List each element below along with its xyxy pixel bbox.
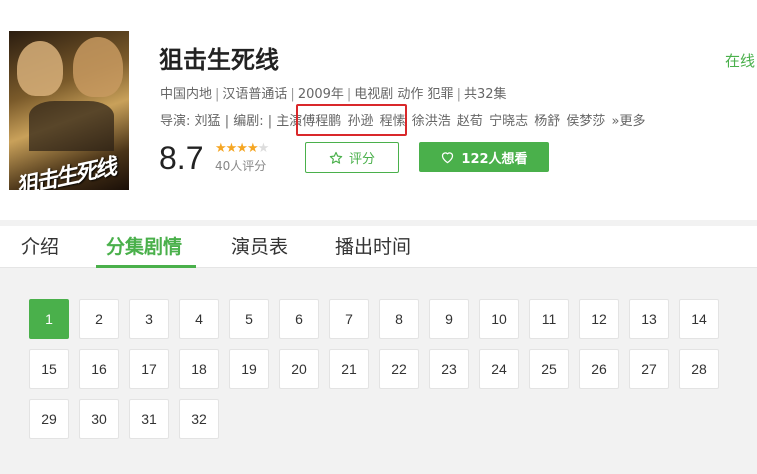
meta-episode-count: 共32集 — [463, 87, 507, 102]
heart-icon — [442, 152, 454, 164]
show-header: 狙击生死线 狙击生死线 在线 中国内地 | 汉语普通话 | 2009年 | 电视剧 动作 犯… — [0, 0, 757, 220]
episode-button-20[interactable]: 20 — [279, 349, 319, 389]
episode-button-12[interactable]: 12 — [579, 299, 619, 339]
star-icon: ★★★★ — [215, 141, 259, 156]
meta-region[interactable]: 中国内地 — [160, 87, 212, 102]
episode-button-4[interactable]: 4 — [179, 299, 219, 339]
episode-button-21[interactable]: 21 — [329, 349, 369, 389]
episode-button-8[interactable]: 8 — [379, 299, 419, 339]
tab-episode-synopsis[interactable]: 分集剧情 — [106, 232, 182, 259]
episode-button-32[interactable]: 32 — [179, 399, 219, 439]
episode-button-16[interactable]: 16 — [79, 349, 119, 389]
episode-button-18[interactable]: 18 — [179, 349, 219, 389]
episode-button-17[interactable]: 17 — [129, 349, 169, 389]
episode-button-9[interactable]: 9 — [429, 299, 469, 339]
more-cast-link[interactable]: »更多 — [612, 114, 646, 129]
episode-button-29[interactable]: 29 — [29, 399, 69, 439]
star-rating: ★★★★★ — [215, 141, 270, 156]
episode-button-27[interactable]: 27 — [629, 349, 669, 389]
episode-button-24[interactable]: 24 — [479, 349, 519, 389]
director-label: 导演: — [160, 114, 191, 129]
cast-member[interactable]: 赵荀 — [457, 114, 483, 129]
star-outline-icon — [329, 151, 343, 164]
episode-button-7[interactable]: 7 — [329, 299, 369, 339]
tab-intro[interactable]: 介绍 — [21, 232, 59, 259]
director-name[interactable]: 刘猛 — [195, 114, 221, 129]
rate-button[interactable]: 评分 — [305, 142, 399, 173]
tab-airtime[interactable]: 播出时间 — [335, 232, 411, 259]
episode-button-23[interactable]: 23 — [429, 349, 469, 389]
writer-label: 编剧: — [233, 114, 264, 129]
want-button-label: 122人想看 — [461, 151, 528, 167]
meta-genre[interactable]: 电视剧 动作 犯罪 — [354, 87, 453, 102]
episode-button-2[interactable]: 2 — [79, 299, 119, 339]
poster-figure-left — [17, 41, 63, 96]
poster-figure-body — [29, 101, 114, 151]
episode-button-30[interactable]: 30 — [79, 399, 119, 439]
meta-language[interactable]: 汉语普通话 — [222, 87, 287, 102]
episode-button-31[interactable]: 31 — [129, 399, 169, 439]
tab-bar: 介绍 分集剧情 演员表 播出时间 — [0, 226, 757, 268]
episode-button-10[interactable]: 10 — [479, 299, 519, 339]
meta-year[interactable]: 2009年 — [298, 87, 344, 102]
episode-button-11[interactable]: 11 — [529, 299, 569, 339]
show-meta: 中国内地 | 汉语普通话 | 2009年 | 电视剧 动作 犯罪 | 共32集 — [160, 87, 507, 102]
episode-grid: 1 2 3 4 5 6 7 8 9 10 11 12 13 14 15 16 17 18 19 20 21 22 23 24 2… — [0, 268, 757, 474]
score-value: 8.7 — [159, 140, 204, 176]
star-empty-icon: ★ — [257, 141, 270, 156]
vote-count: 40人评分 — [215, 159, 267, 173]
cast-member[interactable]: 侯梦莎 — [566, 114, 605, 129]
annotation-highlight-box — [296, 104, 407, 136]
want-to-watch-button[interactable]: 122人想看 — [419, 142, 549, 172]
poster-figure-right — [73, 37, 123, 97]
cast-member[interactable]: 杨舒 — [534, 114, 560, 129]
cast-member[interactable]: 宁晓志 — [489, 114, 528, 129]
tab-cast[interactable]: 演员表 — [231, 232, 288, 259]
cast-member[interactable]: 徐洪浩 — [412, 114, 451, 129]
episode-button-5[interactable]: 5 — [229, 299, 269, 339]
episode-button-6[interactable]: 6 — [279, 299, 319, 339]
poster-title: 狙击生死线 — [13, 153, 118, 190]
episode-button-25[interactable]: 25 — [529, 349, 569, 389]
episode-button-22[interactable]: 22 — [379, 349, 419, 389]
online-link[interactable]: 在线 — [725, 50, 755, 71]
episode-button-3[interactable]: 3 — [129, 299, 169, 339]
rate-button-label: 评分 — [348, 152, 375, 167]
show-poster[interactable]: 狙击生死线 — [9, 31, 129, 190]
show-title: 狙击生死线 — [159, 46, 279, 74]
episode-button-15[interactable]: 15 — [29, 349, 69, 389]
episode-button-14[interactable]: 14 — [679, 299, 719, 339]
episode-button-26[interactable]: 26 — [579, 349, 619, 389]
episode-button-28[interactable]: 28 — [679, 349, 719, 389]
episode-button-13[interactable]: 13 — [629, 299, 669, 339]
episode-button-1[interactable]: 1 — [29, 299, 69, 339]
episode-button-19[interactable]: 19 — [229, 349, 269, 389]
